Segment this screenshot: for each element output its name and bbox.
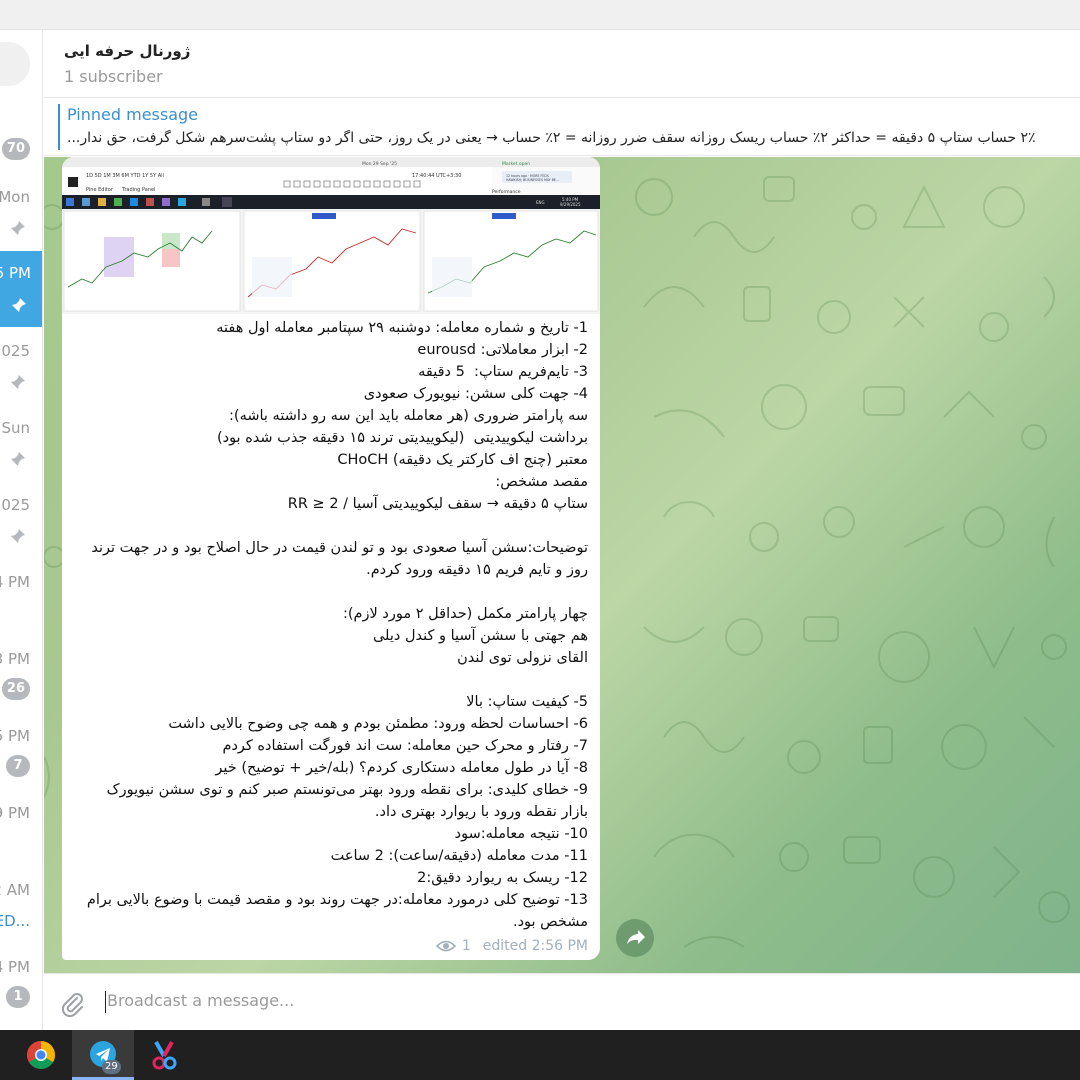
message-line: برداشت لیکوییدیتی (لیکوییدیتی ترند ۱۵ دق… [216, 430, 588, 446]
message-line: چهار پارامتر مکمل (حداقل ۲ مورد لازم): [343, 606, 588, 622]
tv-chart-date: Mon 29 Sep '25 [362, 161, 397, 167]
message-line: 12- ریسک به ریوارد دقیق:2 [417, 870, 588, 886]
message-meta: 1 edited 2:56 PM [435, 938, 588, 954]
edited-time: edited 2:56 PM [482, 938, 588, 954]
unread-badge: 70 [1, 138, 30, 160]
tv-performance: Performance [492, 189, 521, 195]
text-caret [105, 991, 106, 1013]
chat-time: 2 AM [0, 881, 30, 899]
chrome-icon [27, 1041, 55, 1069]
tv-market-open: Market open [502, 161, 530, 167]
window-top-strip [0, 0, 1080, 30]
message-line: 1- تاریخ و شماره معامله: دوشنبه ۲۹ سپتام… [216, 320, 588, 336]
channel-title[interactable]: ژورنال حرفه ایی [64, 42, 190, 60]
message-text: 1- تاریخ و شماره معامله: دوشنبه ۲۹ سپتام… [76, 317, 588, 933]
message-line: 9- خطای کلیدی: برای نقطه ورود بهتر می‌تو… [102, 782, 588, 820]
telegram-unread-badge: 29 [102, 1060, 121, 1074]
pin-icon [11, 452, 25, 466]
tv-clock: 17:40:44 UTC+3:30 [412, 173, 461, 179]
os-taskbar: 29 [0, 1030, 1080, 1080]
message-line: 3- تایم‌فریم ستاپ: 5 دقیقه [418, 364, 588, 380]
timeframe-5d: 5D [93, 173, 102, 179]
pin-icon [11, 375, 25, 389]
pin-icon [11, 221, 25, 235]
chat-time: 2025 [0, 342, 30, 360]
chat-list[interactable]: 70 Mon 5 PM 2025 Sun 2025 4 PM 3 PM 26 5… [0, 30, 43, 1030]
chat-time: Sun [1, 419, 30, 437]
message-line: 11- مدت معامله (دقیقه/ساعت): 2 ساعت [330, 848, 588, 864]
views-eye-icon [435, 940, 456, 952]
telegram-icon [90, 1041, 116, 1067]
message-line: 8- آیا در طول معامله دستکاری کردم؟ (بله/… [215, 760, 588, 776]
chat-time: Mon [0, 188, 30, 206]
tv-tab-pine: Pine Editor [86, 187, 114, 193]
timeframe-all: All [156, 173, 164, 179]
chat-preview-link: ED... [0, 912, 30, 930]
chat-time: 4 PM [0, 958, 30, 976]
chat-time: 5 PM [0, 264, 31, 282]
message-line: القای نزولی توی لندن [457, 650, 588, 666]
attach-paperclip-icon[interactable] [58, 989, 86, 1017]
message-line [76, 581, 588, 603]
broadcast-input[interactable]: Broadcast a message... [107, 991, 294, 1010]
pinned-accent-line [58, 104, 60, 150]
chat-avatar[interactable] [0, 42, 30, 86]
message-line: 2- ابزار معاملاتی: eurousd [417, 342, 588, 358]
message-line: هم جهتی با سشن آسیا و کندل دیلی [372, 628, 588, 644]
view-count: 1 [461, 938, 471, 954]
forward-arrow-icon [627, 930, 645, 944]
message-line: 7- رفتار و محرک حین معامله: ست اند فورگت… [222, 738, 588, 754]
taskbar-snipping-tool-button[interactable] [134, 1030, 196, 1080]
chat-time: 2025 [0, 496, 30, 514]
tv-sys-date: 9/29/2025 [560, 202, 581, 207]
pinned-text: ۲٪ حساب ستاپ ۵ دقیقه = حداکثر ۲٪ حساب ری… [67, 130, 1036, 146]
unread-badge: 1 [6, 986, 30, 1008]
forward-button[interactable] [616, 919, 654, 957]
unread-badge: 26 [1, 678, 30, 700]
timeframe-6m: 6M [120, 173, 129, 179]
message-bubble[interactable]: 1D 5D 1M 3M 6M YTD 1Y 5Y All 17:40:44 UT… [62, 157, 600, 960]
message-line: 5- کیفیت ستاپ: بالا [466, 694, 588, 710]
pinned-label: Pinned message [67, 105, 199, 124]
message-line: مقصد مشخص: [495, 474, 588, 490]
tv-tab-trading: Trading Panel [121, 187, 155, 193]
tv-lang: ENG [536, 200, 545, 205]
chat-item-active[interactable]: 5 PM [0, 251, 42, 327]
pinned-message-bar[interactable]: Pinned message ۲٪ حساب ستاپ ۵ دقیقه = حد… [44, 99, 1080, 156]
message-input-bar[interactable]: Broadcast a message... [44, 973, 1080, 1030]
taskbar-telegram-button[interactable]: 29 [72, 1030, 134, 1080]
message-line: 6- احساسات لحظه ورود: مطمئن بودم و همه چ… [168, 716, 588, 732]
message-line: 10- نتیجه معامله:سود [454, 826, 588, 842]
message-line [76, 515, 588, 537]
unread-badge: 7 [6, 755, 30, 777]
chat-time: 3 PM [0, 650, 30, 668]
channel-header[interactable]: ژورنال حرفه ایی 1 subscriber [44, 30, 1080, 98]
taskbar-chrome-button[interactable] [8, 1030, 70, 1080]
pin-icon [11, 529, 25, 543]
message-line: 13- توضیح کلی درمورد معامله:در جهت روند … [82, 892, 588, 930]
tv-timeframes: 1D 5D 1M 3M 6M YTD 1Y 5Y All [86, 173, 164, 179]
tv-news-2: HAWKISH; BUSINESSES MAY BE... [506, 178, 559, 182]
chat-area: 1D 5D 1M 3M 6M YTD 1Y 5Y All 17:40:44 UT… [44, 157, 1080, 973]
pin-icon [12, 298, 26, 312]
timeframe-ytd: YTD [129, 173, 141, 179]
message-line: 4- جهت کلی سشن: نیویورک صعودی [363, 386, 588, 402]
subscriber-count: 1 subscriber [64, 67, 163, 86]
chat-time: 5 PM [0, 727, 30, 745]
message-screenshot-image[interactable]: 1D 5D 1M 3M 6M YTD 1Y 5Y All 17:40:44 UT… [62, 157, 600, 314]
message-line: سه پارامتر ضروری (هر معامله باید این سه … [229, 408, 588, 424]
chat-time: 9 PM [0, 804, 30, 822]
timeframe-1m: 1M [102, 173, 111, 179]
message-line: CHoCH معتبر (چنج اف کارکتر یک دقیقه) [337, 452, 588, 468]
snipping-tool-icon [152, 1041, 177, 1070]
message-line: توضیحات:سشن آسیا صعودی بود و تو لندن قیم… [86, 540, 588, 578]
timeframe-3m: 3M [111, 173, 120, 179]
chat-time: 4 PM [0, 573, 30, 591]
message-line: ستاپ ۵ دقیقه → سقف لیکوییدیتی آسیا / RR … [287, 496, 588, 512]
message-line [76, 669, 588, 691]
